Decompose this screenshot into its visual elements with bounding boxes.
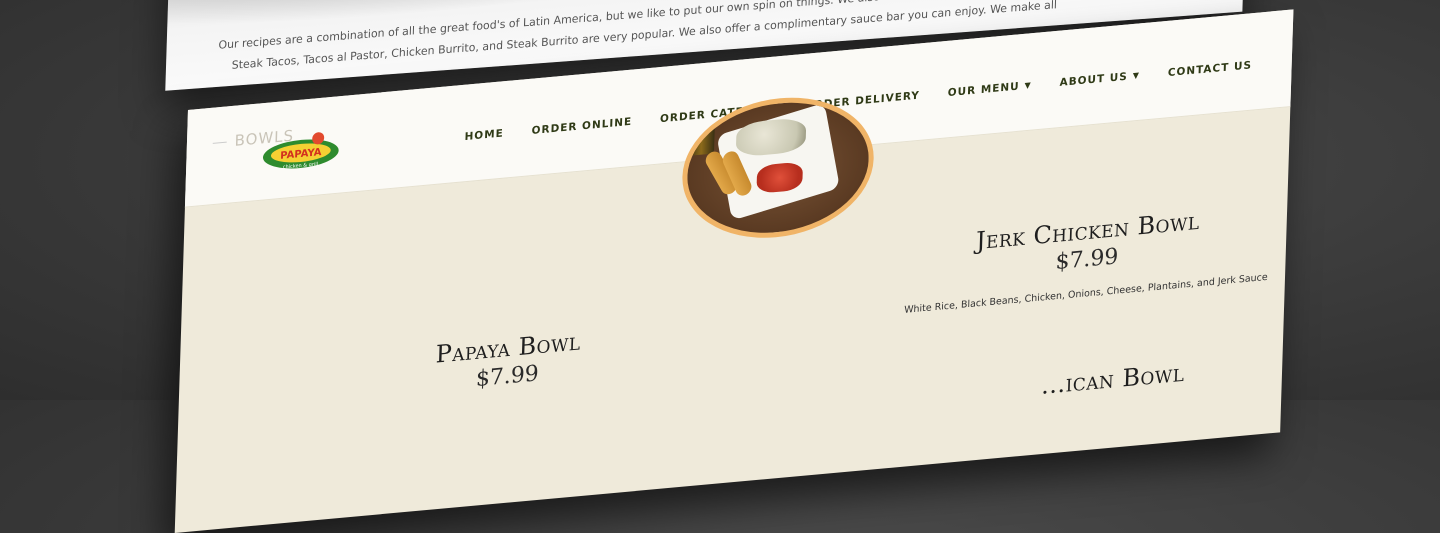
menu-page: BOWLS PAPAYA chicken & grill HOME ORDER … <box>174 9 1294 533</box>
nav-our-menu[interactable]: OUR MENU ▼ <box>948 79 1032 99</box>
caret-down-icon: ▼ <box>1024 80 1032 91</box>
nav-about-us-label: ABOUT US <box>1059 70 1128 89</box>
papaya-logo[interactable]: PAPAYA chicken & grill <box>259 128 342 176</box>
menu-item-partial: ...ican Bowl <box>953 351 1273 408</box>
nav-contact-us[interactable]: CONTACT US <box>1168 59 1253 79</box>
menu-item-jerk-chicken-bowl: Jerk Chicken Bowl $7.99 White Rice, Blac… <box>896 200 1277 317</box>
nav-our-menu-label: OUR MENU <box>947 80 1020 100</box>
dash-icon <box>212 141 227 144</box>
hot-sauce-bottle <box>688 115 716 156</box>
menu-item-papaya-bowl: Papaya Bowl $7.99 <box>387 323 628 400</box>
menu-item-name: ...ican Bowl <box>1040 358 1185 400</box>
nav-about-us[interactable]: ABOUT US ▼ <box>1059 70 1140 89</box>
nav-home[interactable]: HOME <box>464 127 504 143</box>
nav-order-online[interactable]: ORDER ONLINE <box>531 116 632 137</box>
caret-down-icon: ▼ <box>1132 70 1141 81</box>
